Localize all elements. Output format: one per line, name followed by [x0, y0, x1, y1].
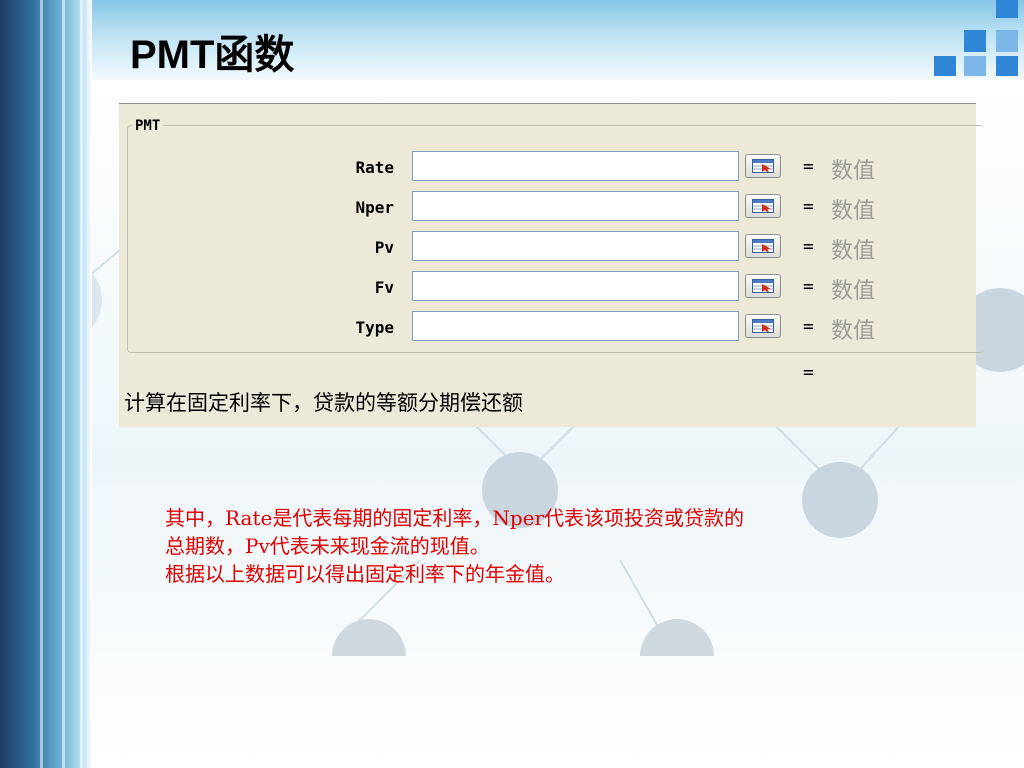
function-name-label: PMT — [132, 118, 164, 134]
note-line: 其中，Rate是代表每期的固定利率，Nper代表该项投资或贷款的 — [165, 506, 745, 530]
arg-value-hint: 数值 — [831, 239, 876, 264]
arg-row-type: Type = 数值 — [119, 310, 976, 344]
range-select-icon — [752, 319, 774, 333]
arg-label: Nper — [355, 198, 394, 217]
arg-label: Rate — [355, 158, 394, 177]
arg-row-nper: Nper = 数值 — [119, 190, 976, 224]
collapse-dialog-button[interactable] — [745, 194, 781, 218]
collapse-dialog-button[interactable] — [745, 274, 781, 298]
range-select-icon — [752, 279, 774, 293]
arg-row-pv: Pv = 数值 — [119, 230, 976, 264]
arg-row-fv: Fv = 数值 — [119, 270, 976, 304]
note-line: 根据以上数据可以得出固定利率下的年金值。 — [165, 562, 565, 586]
range-select-icon — [752, 239, 774, 253]
arg-label: Fv — [374, 278, 394, 297]
equals-sign: = — [803, 236, 814, 257]
arg-value-hint: 数值 — [831, 279, 876, 304]
arg-value-hint: 数值 — [831, 199, 876, 224]
arg-label: Pv — [374, 238, 394, 257]
type-input[interactable] — [412, 311, 739, 341]
function-description: 计算在固定利率下，贷款的等额分期偿还额 — [124, 391, 523, 415]
range-select-icon — [752, 159, 774, 173]
equals-sign: = — [803, 276, 814, 297]
rate-input[interactable] — [412, 151, 739, 181]
arg-value-hint: 数值 — [831, 319, 876, 344]
fv-input[interactable] — [412, 271, 739, 301]
collapse-dialog-button[interactable] — [745, 234, 781, 258]
equals-sign: = — [803, 316, 814, 337]
left-decorative-bar — [0, 0, 92, 768]
explanation-notes: 其中，Rate是代表每期的固定利率，Nper代表该项投资或贷款的 总期数，Pv代… — [165, 504, 895, 588]
pv-input[interactable] — [412, 231, 739, 261]
nper-input[interactable] — [412, 191, 739, 221]
function-arguments-dialog: PMT Rate = 数值 Nper = 数值 Pv = 数值 Fv = 数值 … — [119, 103, 984, 427]
corner-squares-decoration — [934, 0, 1024, 80]
collapse-dialog-button[interactable] — [745, 154, 781, 178]
arg-value-hint: 数值 — [831, 159, 876, 184]
equals-sign: = — [803, 156, 814, 177]
note-line: 总期数，Pv代表未来现金流的现值。 — [165, 534, 490, 558]
slide-title: PMT函数 — [130, 33, 295, 77]
range-select-icon — [752, 199, 774, 213]
arg-row-rate: Rate = 数值 — [119, 150, 976, 184]
equals-sign: = — [803, 196, 814, 217]
result-equals-sign: = — [803, 362, 814, 383]
arg-label: Type — [355, 318, 394, 337]
collapse-dialog-button[interactable] — [745, 314, 781, 338]
